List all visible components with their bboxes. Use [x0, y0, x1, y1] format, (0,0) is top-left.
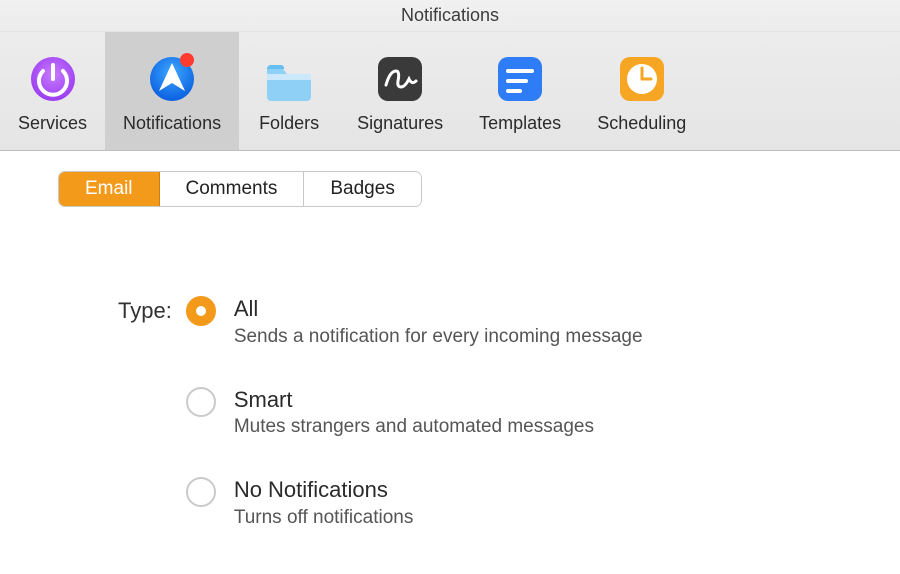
tab-badges[interactable]: Badges [304, 172, 420, 206]
radio-text: Smart Mutes strangers and automated mess… [234, 386, 594, 439]
notifications-icon [144, 51, 200, 107]
tab-email[interactable]: Email [59, 172, 160, 206]
content-area: Email Comments Badges Type: All Sends a … [0, 151, 900, 529]
toolbar-item-folders[interactable]: Folders [239, 32, 339, 150]
preferences-toolbar: Services Notifications [0, 32, 900, 151]
type-label: Type: [118, 295, 172, 324]
radio-desc: Turns off notifications [234, 507, 414, 529]
toolbar-item-label: Signatures [357, 113, 443, 135]
window-title: Notifications [401, 5, 499, 26]
radio-button[interactable] [186, 387, 216, 417]
scheduling-icon [614, 51, 670, 107]
toolbar-item-templates[interactable]: Templates [461, 32, 579, 150]
toolbar-item-label: Scheduling [597, 113, 686, 135]
radio-title: Smart [234, 386, 594, 415]
toolbar-item-notifications[interactable]: Notifications [105, 32, 239, 150]
tab-comments[interactable]: Comments [160, 172, 305, 206]
toolbar-item-services[interactable]: Services [0, 32, 105, 150]
folders-icon [261, 51, 317, 107]
type-form: Type: All Sends a notification for every… [118, 295, 900, 529]
radio-title: No Notifications [234, 476, 414, 505]
templates-icon [492, 51, 548, 107]
signatures-icon [372, 51, 428, 107]
radio-option-none[interactable]: No Notifications Turns off notifications [186, 476, 643, 529]
radio-title: All [234, 295, 643, 324]
toolbar-item-scheduling[interactable]: Scheduling [579, 32, 704, 150]
toolbar-item-signatures[interactable]: Signatures [339, 32, 461, 150]
radio-option-all[interactable]: All Sends a notification for every incom… [186, 295, 643, 348]
toolbar-item-label: Services [18, 113, 87, 135]
services-icon [25, 51, 81, 107]
window-titlebar: Notifications [0, 0, 900, 32]
radio-button[interactable] [186, 296, 216, 326]
toolbar-item-label: Templates [479, 113, 561, 135]
radio-text: All Sends a notification for every incom… [234, 295, 643, 348]
toolbar-item-label: Folders [259, 113, 319, 135]
toolbar-item-label: Notifications [123, 113, 221, 135]
radio-desc: Mutes strangers and automated messages [234, 416, 594, 438]
segmented-control: Email Comments Badges [58, 171, 422, 207]
type-radio-group: All Sends a notification for every incom… [186, 295, 643, 529]
radio-option-smart[interactable]: Smart Mutes strangers and automated mess… [186, 386, 643, 439]
radio-button[interactable] [186, 477, 216, 507]
radio-text: No Notifications Turns off notifications [234, 476, 414, 529]
radio-desc: Sends a notification for every incoming … [234, 326, 643, 348]
